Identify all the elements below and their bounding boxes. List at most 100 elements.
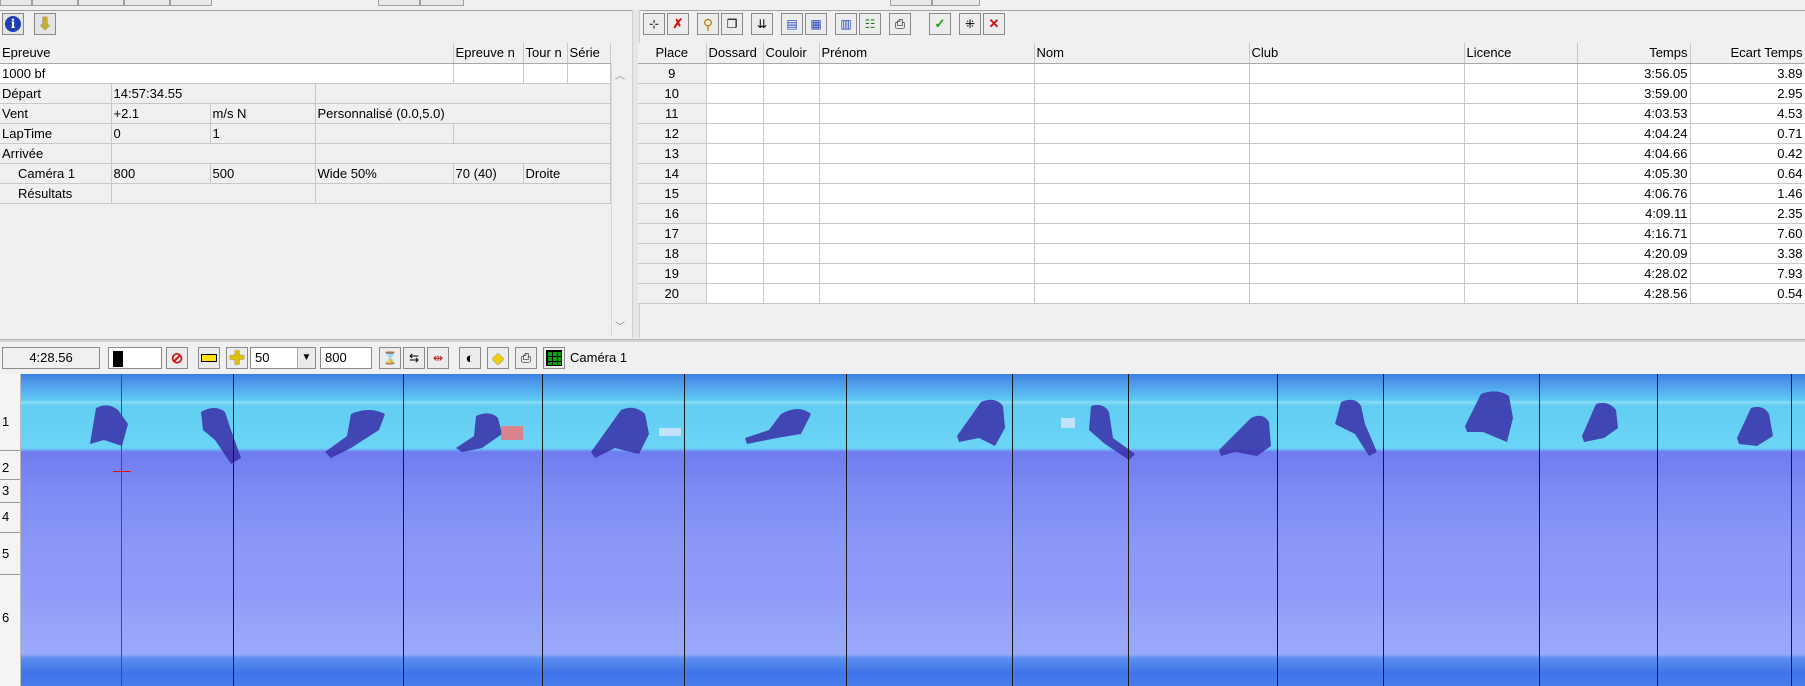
licence-cell[interactable]	[1464, 83, 1578, 104]
licence-cell[interactable]	[1464, 123, 1578, 144]
time-marker-line[interactable]	[542, 374, 543, 686]
prenom-cell[interactable]	[819, 83, 1035, 104]
ecart-cell[interactable]: 2.35	[1690, 203, 1805, 224]
place-cell[interactable]: 11	[638, 103, 707, 124]
nom-cell[interactable]	[1034, 243, 1250, 264]
results-extra-cell[interactable]	[315, 183, 611, 204]
licence-cell[interactable]	[1464, 263, 1578, 284]
table-row[interactable]: 10 3:59.00 2.95	[638, 83, 1805, 104]
club-cell[interactable]	[1249, 263, 1465, 284]
licence-cell[interactable]	[1464, 223, 1578, 244]
results-row-label[interactable]: Résultats	[0, 183, 112, 204]
camera-v5-cell[interactable]: Droite	[523, 163, 611, 184]
table-row[interactable]: 18 4:20.09 3.38	[638, 243, 1805, 264]
dossard-cell[interactable]	[706, 243, 764, 264]
nom-cell[interactable]	[1034, 263, 1250, 284]
align-button[interactable]: ⇆	[403, 347, 425, 369]
couloir-cell[interactable]	[763, 243, 820, 264]
laptime-extra-cell[interactable]	[315, 123, 454, 144]
col-header-place[interactable]: Place	[638, 43, 707, 64]
validate-button[interactable]: ✓	[929, 13, 951, 35]
wind-unit-cell[interactable]: m/s N	[210, 103, 316, 124]
ecart-cell[interactable]: 0.64	[1690, 163, 1805, 184]
nom-cell[interactable]	[1034, 63, 1250, 84]
licence-cell[interactable]	[1464, 283, 1578, 304]
licence-cell[interactable]	[1464, 143, 1578, 164]
dossard-cell[interactable]	[706, 283, 764, 304]
delete-selection-button[interactable]: ✗	[667, 13, 689, 35]
arrivee-value-cell[interactable]	[111, 143, 316, 164]
edit-list-button[interactable]: ▥	[835, 13, 857, 35]
col-header-tour-n[interactable]: Tour n	[523, 43, 568, 64]
select-all-button[interactable]: ⊹	[643, 13, 665, 35]
info-button[interactable]: i	[2, 13, 24, 35]
place-cell[interactable]: 9	[638, 63, 707, 84]
couloir-cell[interactable]	[763, 163, 820, 184]
temps-cell[interactable]: 4:16.71	[1577, 223, 1691, 244]
table-row[interactable]: 16 4:09.11 2.35	[638, 203, 1805, 224]
print-button[interactable]: ⎙	[889, 13, 911, 35]
prenom-cell[interactable]	[819, 103, 1035, 124]
licence-cell[interactable]	[1464, 63, 1578, 84]
results-value-cell[interactable]	[111, 183, 316, 204]
time-marker-line[interactable]	[1539, 374, 1540, 686]
couloir-cell[interactable]	[763, 123, 820, 144]
ecart-cell[interactable]: 0.42	[1690, 143, 1805, 164]
col-header-temps[interactable]: Temps	[1577, 43, 1691, 64]
place-cell[interactable]: 15	[638, 183, 707, 204]
table-row[interactable]: 13 4:04.66 0.42	[638, 143, 1805, 164]
prenom-cell[interactable]	[819, 243, 1035, 264]
dossard-cell[interactable]	[706, 163, 764, 184]
prenom-cell[interactable]	[819, 143, 1035, 164]
wind-value-cell[interactable]: +2.1	[111, 103, 211, 124]
ecart-cell[interactable]: 0.54	[1690, 283, 1805, 304]
prenom-cell[interactable]	[819, 223, 1035, 244]
club-cell[interactable]	[1249, 203, 1465, 224]
export-button[interactable]: ▦	[805, 13, 827, 35]
ecart-cell[interactable]: 7.60	[1690, 223, 1805, 244]
couloir-cell[interactable]	[763, 263, 820, 284]
time-marker-line[interactable]	[1657, 374, 1658, 686]
nom-cell[interactable]	[1034, 103, 1250, 124]
round-number-cell[interactable]	[523, 63, 568, 84]
club-cell[interactable]	[1249, 63, 1465, 84]
time-marker-line[interactable]	[1277, 374, 1278, 686]
tab-fragment[interactable]	[78, 0, 124, 6]
licence-cell[interactable]	[1464, 183, 1578, 204]
nom-cell[interactable]	[1034, 283, 1250, 304]
club-cell[interactable]	[1249, 183, 1465, 204]
time-marker-line[interactable]	[846, 374, 847, 686]
dossard-cell[interactable]	[706, 83, 764, 104]
crop-button[interactable]: ⌛	[379, 347, 401, 369]
temps-cell[interactable]: 4:03.53	[1577, 103, 1691, 124]
temps-cell[interactable]: 4:06.76	[1577, 183, 1691, 204]
wind-mode-cell[interactable]: Personnalisé (0.0,5.0)	[315, 103, 611, 124]
tab-fragment[interactable]	[378, 0, 420, 6]
event-grid-scrollbar[interactable]: ︿ ﹀	[611, 64, 629, 336]
clear-button[interactable]: ⊘	[166, 347, 188, 369]
club-cell[interactable]	[1249, 223, 1465, 244]
table-row[interactable]: 9 3:56.05 3.89	[638, 63, 1805, 84]
couloir-cell[interactable]	[763, 203, 820, 224]
dossard-cell[interactable]	[706, 143, 764, 164]
laptime-value-cell[interactable]: 0	[111, 123, 211, 144]
couloir-cell[interactable]	[763, 103, 820, 124]
nom-cell[interactable]	[1034, 163, 1250, 184]
event-name-cell[interactable]: 1000 bf	[0, 63, 454, 84]
temps-cell[interactable]: 3:59.00	[1577, 83, 1691, 104]
series-cell[interactable]	[567, 63, 611, 84]
ecart-cell[interactable]: 7.93	[1690, 263, 1805, 284]
dossard-cell[interactable]	[706, 223, 764, 244]
tab-fragment[interactable]	[890, 0, 932, 6]
dossard-cell[interactable]	[706, 263, 764, 284]
depart-time-cell[interactable]: 14:57:34.55	[111, 83, 316, 104]
col-header-licence[interactable]: Licence	[1464, 43, 1578, 64]
time-marker-line[interactable]	[233, 374, 234, 686]
tab-fragment[interactable]	[124, 0, 170, 6]
split-button[interactable]: ⁜	[959, 13, 981, 35]
time-marker-line[interactable]	[1128, 374, 1129, 686]
camera-row-label[interactable]: Caméra 1	[0, 163, 112, 184]
time-marker-line[interactable]	[1791, 374, 1792, 686]
dossard-cell[interactable]	[706, 123, 764, 144]
col-header-epreuve[interactable]: Epreuve	[0, 43, 454, 64]
